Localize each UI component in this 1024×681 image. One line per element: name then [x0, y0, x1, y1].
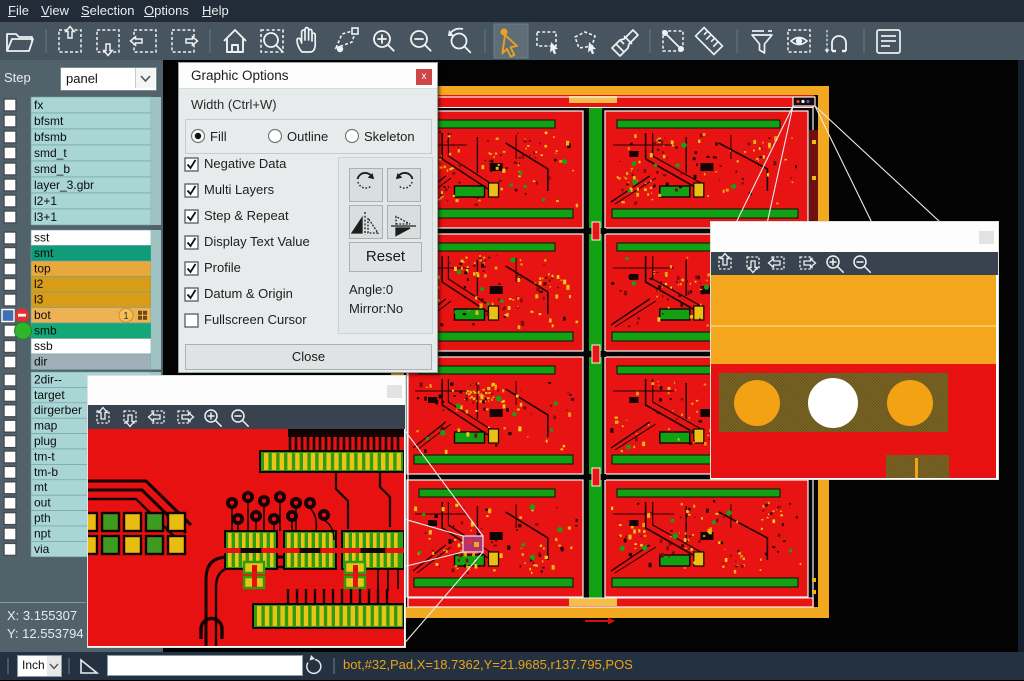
- svg-text:l2+1: l2+1: [34, 194, 57, 208]
- svg-text:out: out: [34, 496, 51, 510]
- svg-text:2dir--: 2dir--: [34, 372, 62, 386]
- svg-text:mt: mt: [34, 480, 48, 494]
- svg-text:Fill: Fill: [210, 129, 227, 144]
- svg-text:top: top: [34, 262, 51, 276]
- svg-text:tm-t: tm-t: [34, 449, 55, 463]
- svg-text:l3: l3: [34, 293, 44, 307]
- svg-text:dirgerber: dirgerber: [34, 403, 82, 417]
- svg-text:dir: dir: [34, 355, 47, 369]
- svg-text:bfsmt: bfsmt: [34, 114, 64, 128]
- svg-text:Outline: Outline: [287, 129, 328, 144]
- svg-text:1: 1: [123, 311, 129, 322]
- svg-text:pth: pth: [34, 511, 51, 525]
- svg-text:smb: smb: [34, 324, 57, 338]
- svg-text:smd_b: smd_b: [34, 162, 70, 176]
- svg-text:tm-b: tm-b: [34, 465, 58, 479]
- svg-text:smd_t: smd_t: [34, 146, 67, 160]
- svg-text:l2: l2: [34, 277, 44, 291]
- svg-text:sst: sst: [34, 231, 50, 245]
- svg-text:ssb: ssb: [34, 339, 53, 353]
- svg-text:layer_3.gbr: layer_3.gbr: [34, 178, 94, 192]
- svg-text:npt: npt: [34, 526, 51, 540]
- svg-text:target: target: [34, 388, 65, 402]
- svg-text:bfsmb: bfsmb: [34, 130, 67, 144]
- svg-text:bot: bot: [34, 308, 51, 322]
- svg-text:plug: plug: [34, 434, 57, 448]
- svg-text:via: via: [34, 542, 50, 556]
- svg-text:fx: fx: [34, 98, 43, 112]
- svg-text:map: map: [34, 419, 58, 433]
- svg-text:Skeleton: Skeleton: [364, 129, 415, 144]
- svg-text:smt: smt: [34, 246, 54, 260]
- svg-text:l3+1: l3+1: [34, 210, 57, 224]
